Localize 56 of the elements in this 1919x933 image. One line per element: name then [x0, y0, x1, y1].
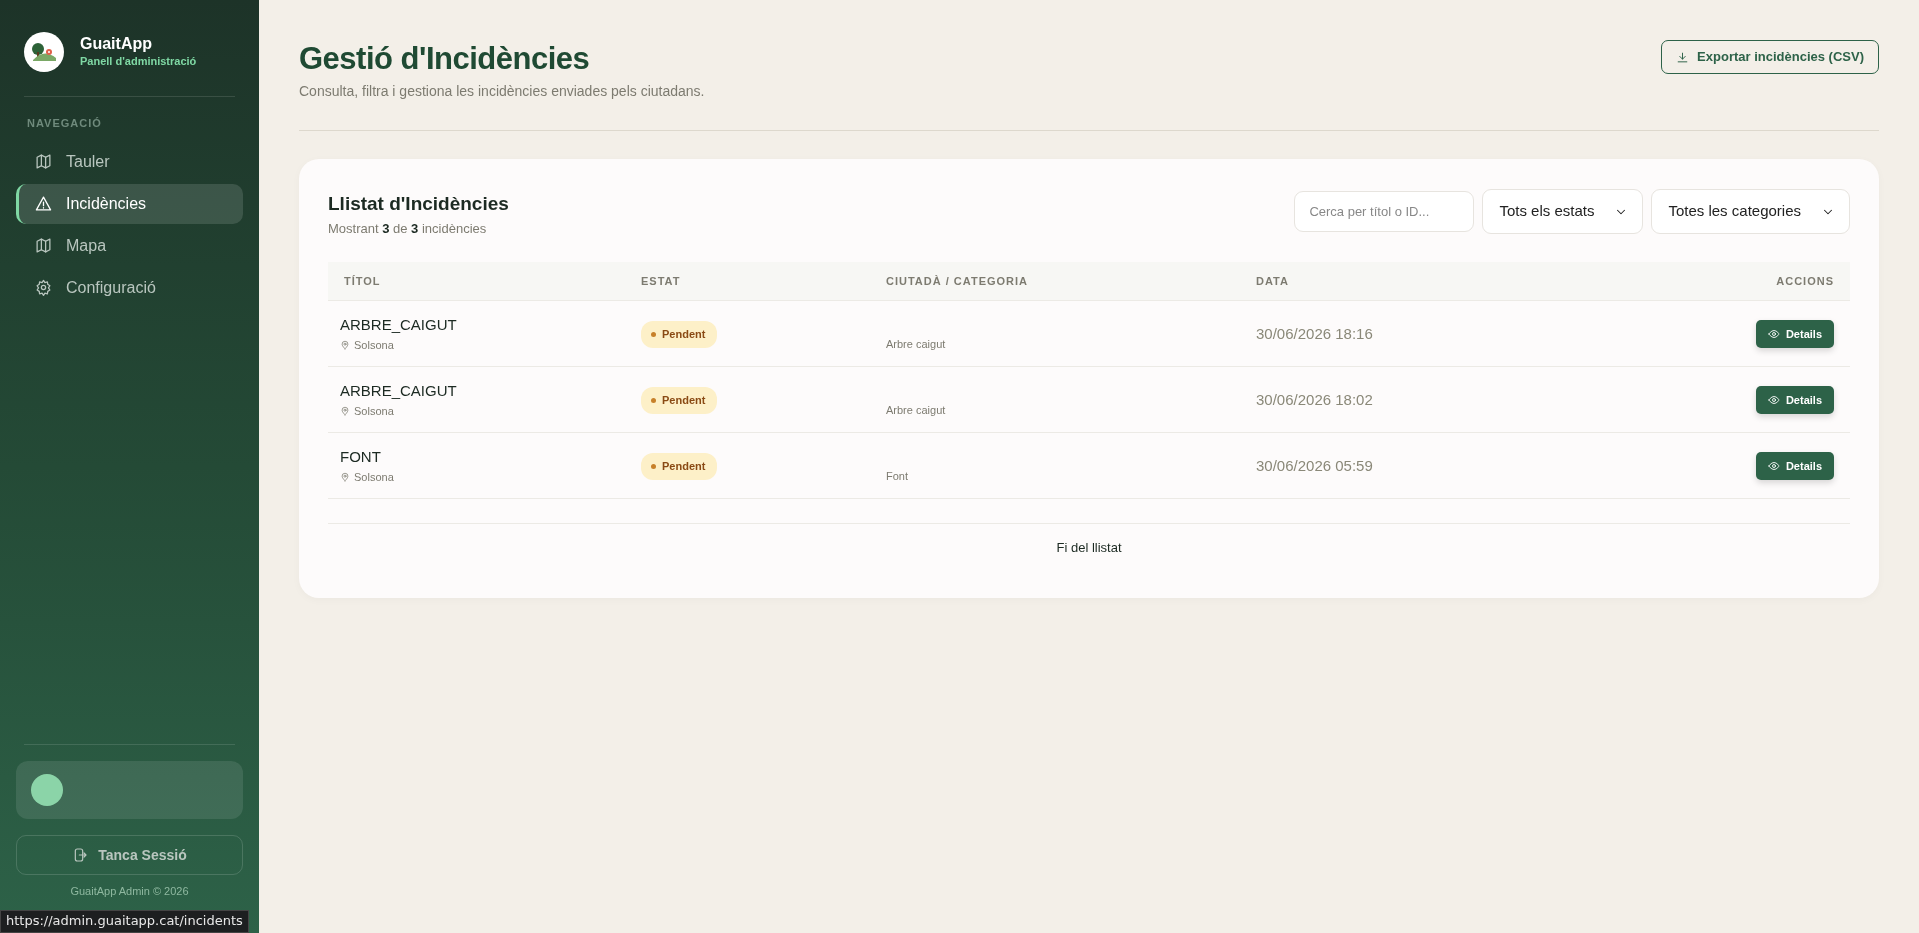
logout-button[interactable]: Tanca Sessió	[16, 835, 243, 875]
status-badge: Pendent	[641, 321, 718, 348]
status-url: https://admin.guaitapp.cat/incidents	[0, 910, 249, 933]
category-text: Font	[886, 469, 908, 484]
eye-icon	[1767, 328, 1780, 340]
logo-drawing	[24, 32, 64, 72]
footer-text: GuaitApp Admin © 2026	[69, 885, 190, 899]
location-pin-icon	[340, 406, 350, 417]
category-text: Arbre caigut	[886, 403, 946, 418]
map-icon	[35, 153, 52, 170]
status-badge: Pendent	[641, 387, 718, 414]
export-button[interactable]: Exportar incidències (CSV)	[1661, 40, 1879, 74]
location-text: Solsona	[354, 338, 394, 353]
column-header: ACCIONS	[1776, 274, 1834, 290]
list-title: Llistat d'Incidències	[328, 193, 509, 216]
nav-item[interactable]: Configuració	[16, 267, 243, 308]
page-title: Gestió d'Incidències	[299, 40, 591, 78]
details-button[interactable]: Details	[1755, 452, 1834, 480]
location-pin-icon	[340, 340, 350, 351]
nav-item[interactable]: Incidències	[16, 183, 243, 224]
eye-icon	[1767, 460, 1780, 472]
page-subtitle: Consulta, filtra i gestiona les incidències enviades pels ciutadans.	[299, 82, 705, 102]
filter-dropdown[interactable]: Tots els estats	[1482, 189, 1644, 235]
brand-subtitle: Panell d'administració	[80, 53, 197, 69]
location-text: Solsona	[354, 470, 394, 485]
incident-title: ARBRE_CAIGUT	[340, 315, 458, 336]
date-text: 30/06/2026 18:02	[1256, 391, 1373, 408]
map-icon	[35, 237, 52, 254]
nav-item[interactable]: Mapa	[16, 225, 243, 266]
settings-icon	[35, 279, 52, 296]
column-header: DATA	[1256, 275, 1289, 288]
eye-icon	[1767, 394, 1780, 406]
logout-icon	[72, 847, 89, 863]
location-text: Solsona	[354, 404, 394, 419]
download-icon	[1676, 50, 1690, 64]
end-of-list-text: Fi del llistat	[1056, 540, 1122, 556]
category-text: Arbre caigut	[886, 337, 946, 352]
date-text: 30/06/2026 18:16	[1256, 325, 1373, 342]
status-badge: Pendent	[641, 453, 718, 480]
column-header: ESTAT	[641, 275, 681, 288]
details-button[interactable]: Details	[1755, 320, 1834, 348]
nav-item[interactable]: Tauler	[16, 141, 243, 182]
location-pin-icon	[340, 472, 350, 483]
avatar-circle	[31, 774, 63, 806]
search-field[interactable]: Cerca per títol o ID...	[1294, 191, 1475, 233]
section-label: NAVEGACIÓ	[26, 116, 103, 131]
details-button[interactable]: Details	[1755, 386, 1834, 414]
column-header: CIUTADÀ / CATEGORIA	[886, 275, 1029, 288]
results-summary: Mostrant 3 de 3 incidències	[328, 220, 488, 238]
filter-dropdown[interactable]: Totes les categories	[1651, 189, 1850, 235]
incident-title: ARBRE_CAIGUT	[340, 381, 458, 402]
warning-icon	[35, 195, 52, 212]
brand-name: GuaitApp	[80, 34, 153, 53]
column-header: TÍTOL	[344, 275, 381, 288]
date-text: 30/06/2026 05:59	[1256, 457, 1373, 474]
incident-title: FONT	[340, 447, 382, 468]
